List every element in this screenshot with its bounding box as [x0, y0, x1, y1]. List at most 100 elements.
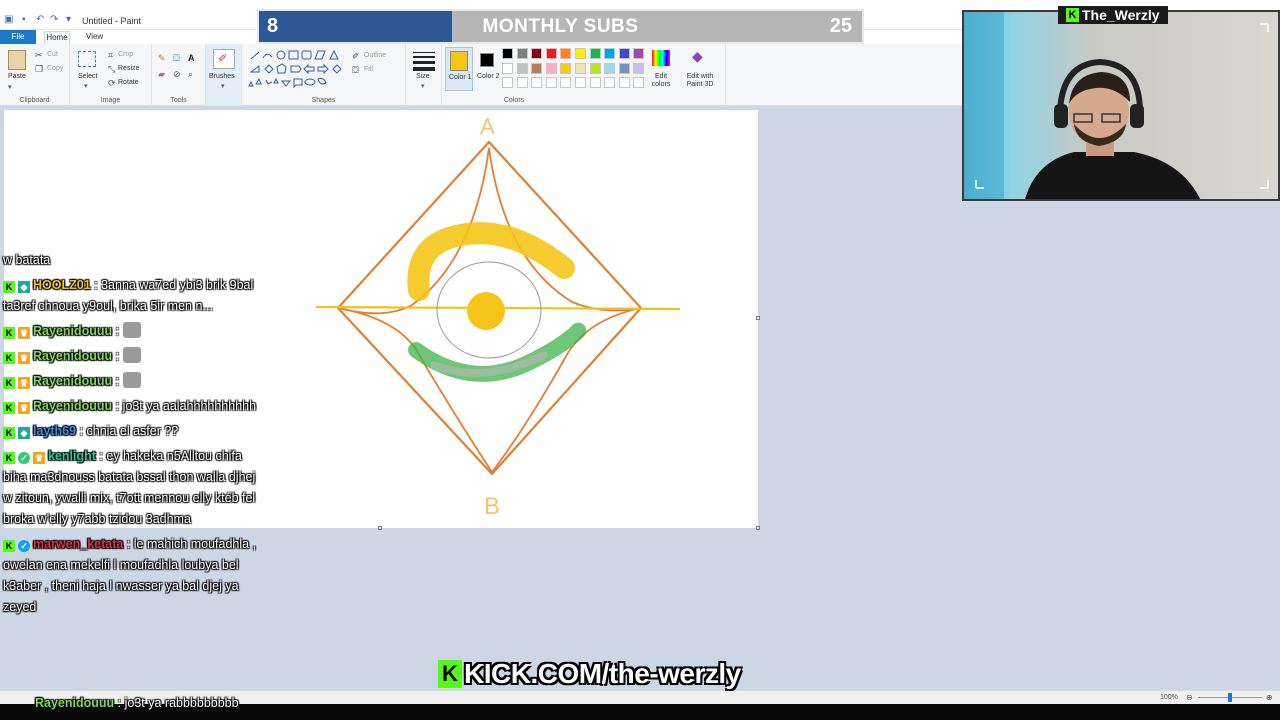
fill-button[interactable]: Fill	[364, 66, 373, 73]
paste-icon[interactable]	[8, 50, 26, 70]
chat-username[interactable]: HOOLZ01	[33, 278, 91, 292]
tab-view[interactable]: View	[86, 31, 103, 43]
select-icon[interactable]	[78, 51, 96, 67]
palette-swatch[interactable]	[589, 62, 601, 74]
palette-swatch[interactable]	[618, 48, 630, 59]
kick-badge-icon: K	[3, 281, 15, 293]
custom-color-slot[interactable]	[575, 77, 586, 88]
resize-button[interactable]: Resize	[118, 65, 139, 72]
text-tool-icon[interactable]: A	[188, 53, 195, 63]
undo-icon[interactable]: ↶	[36, 14, 44, 25]
palette-swatch[interactable]	[560, 48, 572, 59]
colors-group: Color 1 Color 2 Edit colors ◆ Edit with …	[442, 44, 726, 106]
save-icon[interactable]: ▪	[22, 14, 26, 25]
palette-swatch[interactable]	[531, 48, 543, 59]
select-button[interactable]: Select	[78, 73, 97, 80]
custom-color-slot[interactable]	[560, 77, 572, 88]
size-group[interactable]: Size ▾	[406, 44, 442, 106]
subscriber-badge-icon: ♛	[18, 327, 30, 339]
size-button[interactable]: Size	[416, 73, 430, 80]
chat-username[interactable]: Rayenidouuu	[33, 399, 112, 413]
color2-selector[interactable]: Color 2	[476, 47, 500, 91]
copy-button[interactable]: Copy	[47, 65, 63, 72]
select-dropdown-icon[interactable]: ▾	[84, 82, 88, 92]
custom-color-slot[interactable]	[516, 77, 528, 88]
chat-username[interactable]: Rayenidouuu	[33, 349, 112, 363]
custom-color-slot[interactable]	[618, 77, 630, 88]
palette-swatch[interactable]	[516, 62, 528, 74]
chat-username[interactable]: Rayenidouuu	[33, 324, 112, 338]
chat-message: K ♛ Rayenidouuu : jo3t ya aalahhhhhhhhhh	[3, 396, 265, 417]
chat-username[interactable]: kenlight	[48, 449, 96, 463]
rotate-button[interactable]: Rotate	[118, 79, 139, 86]
resize-handle-right[interactable]	[756, 316, 760, 320]
chat-username[interactable]: marwen_ketata	[33, 537, 123, 551]
copy-icon[interactable]: ❐	[35, 64, 43, 74]
palette-swatch[interactable]	[545, 48, 557, 59]
palette-swatch[interactable]	[633, 62, 645, 74]
outline-button[interactable]: Outline	[364, 52, 386, 59]
paste-dropdown-icon[interactable]: ▾	[8, 83, 12, 93]
custom-color-slot[interactable]	[545, 77, 557, 88]
palette-swatch[interactable]	[589, 48, 601, 59]
color-picker-icon[interactable]: ⊘	[173, 69, 181, 79]
palette-swatch[interactable]	[604, 62, 616, 74]
fill-icon[interactable]: ⛋	[352, 65, 359, 75]
palette-swatch[interactable]	[531, 62, 543, 74]
palette-swatch[interactable]	[502, 48, 513, 59]
resize-icon[interactable]: ⤡	[108, 64, 115, 74]
brushes-dropdown-icon[interactable]: ▾	[221, 82, 225, 92]
brushes-group[interactable]: ✐ Brushes ▾	[206, 44, 242, 106]
color1-swatch[interactable]	[450, 51, 468, 71]
palette-swatch[interactable]	[516, 48, 528, 59]
edit-colors-icon[interactable]	[652, 50, 670, 66]
edit-colors-button[interactable]: Edit colors	[650, 73, 672, 89]
paint3d-button[interactable]: Edit with Paint 3D	[682, 73, 718, 89]
crop-icon[interactable]: ⌗	[108, 50, 113, 60]
cut-icon[interactable]: ✂	[35, 50, 43, 60]
redo-icon[interactable]: ↷	[50, 14, 58, 25]
cut-button[interactable]: Cut	[47, 51, 58, 58]
pencil-icon[interactable]: ✎	[158, 53, 166, 63]
custom-color-slot[interactable]	[589, 77, 601, 88]
paste-button[interactable]: Paste	[8, 73, 26, 80]
rotate-icon[interactable]: ⟳	[108, 78, 116, 88]
crop-button[interactable]: Crop	[118, 51, 133, 58]
palette-swatch[interactable]	[575, 48, 586, 59]
color1-selector[interactable]: Color 1	[445, 47, 473, 91]
chat-username[interactable]: layth69	[33, 424, 76, 438]
size-dropdown-icon[interactable]: ▾	[421, 82, 425, 92]
palette-swatch[interactable]	[604, 48, 616, 59]
brushes-icon[interactable]: ✐	[213, 49, 235, 69]
custom-color-slot[interactable]	[502, 77, 513, 88]
chat-username[interactable]: Rayenidouuu	[35, 696, 114, 710]
tab-home[interactable]: Home	[44, 31, 70, 44]
zoom-in-icon[interactable]: ⊕	[1266, 693, 1273, 702]
outline-icon[interactable]: ✐	[352, 51, 360, 61]
size-icon[interactable]	[413, 52, 435, 71]
brushes-button[interactable]: Brushes	[209, 73, 235, 80]
shapes-gallery[interactable]	[248, 49, 348, 91]
zoom-out-icon[interactable]: ⊖	[1186, 693, 1193, 702]
color-palette	[502, 48, 652, 93]
customize-toolbar-icon[interactable]: ▾	[66, 14, 71, 25]
custom-color-slot[interactable]	[604, 77, 616, 88]
fill-bucket-icon[interactable]: ⛋	[173, 53, 180, 63]
palette-swatch[interactable]	[502, 62, 513, 74]
palette-swatch[interactable]	[618, 62, 630, 74]
custom-color-slot[interactable]	[633, 77, 645, 88]
zoom-slider-thumb[interactable]	[1228, 693, 1232, 702]
resize-handle-corner[interactable]	[756, 526, 760, 530]
color2-swatch[interactable]	[480, 53, 494, 67]
chat-username[interactable]: Rayenidouuu	[33, 374, 112, 388]
tab-file[interactable]: File	[0, 30, 36, 44]
palette-swatch[interactable]	[545, 62, 557, 74]
palette-swatch[interactable]	[560, 62, 572, 74]
palette-swatch[interactable]	[633, 48, 645, 59]
eraser-icon[interactable]: ▰	[158, 69, 165, 79]
palette-swatch[interactable]	[575, 62, 586, 74]
resize-handle-bottom[interactable]	[378, 526, 382, 530]
paint3d-icon[interactable]: ◆	[692, 49, 703, 63]
magnifier-icon[interactable]: ⌕	[188, 69, 193, 79]
custom-color-slot[interactable]	[531, 77, 543, 88]
